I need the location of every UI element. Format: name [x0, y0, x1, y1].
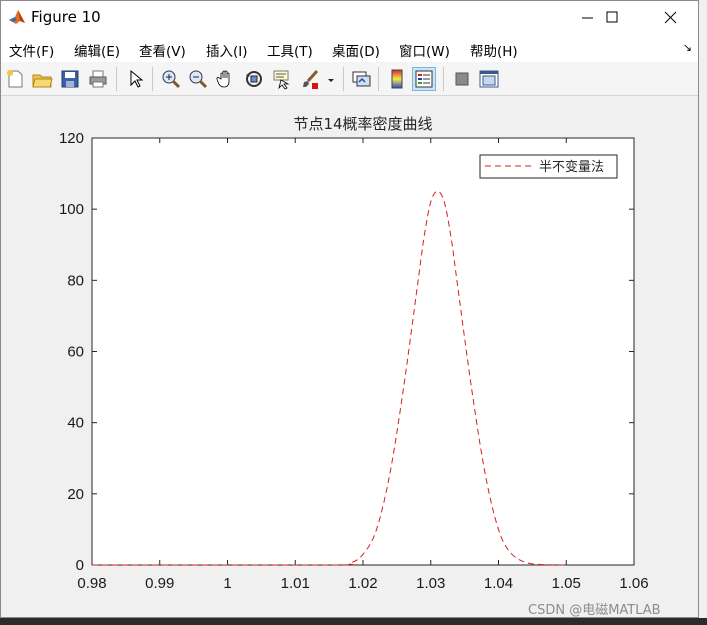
menu-window[interactable]: 窗口(W) — [399, 40, 450, 60]
zoom-in-icon[interactable] — [160, 68, 182, 90]
menu-help[interactable]: 帮助(H) — [470, 40, 518, 60]
menu-view[interactable]: 查看(V) — [139, 40, 186, 60]
axes-background — [91, 137, 635, 566]
menu-desktop[interactable]: 桌面(D) — [332, 40, 380, 60]
brush-dropdown-icon[interactable] — [325, 68, 337, 90]
legend-box[interactable]: 半不变量法 — [479, 154, 618, 179]
y-tick-label: 20 — [67, 486, 84, 503]
plot-svg: 节点14概率密度曲线 0.98 0.99 1 1.01 1.02 1.03 1.04 1.05… — [59, 115, 649, 592]
pan-hand-icon[interactable] — [215, 68, 237, 90]
close-icon — [664, 11, 677, 24]
toolbar-separator — [152, 67, 153, 91]
link-plot-icon[interactable] — [350, 68, 372, 90]
watermark-text: CSDN @电磁MATLAB — [528, 603, 661, 618]
toolbar-separator — [116, 67, 117, 91]
x-tick-label: 1.03 — [416, 575, 445, 592]
dock-arrow-icon[interactable]: ↘ — [683, 41, 692, 54]
y-tick-label: 60 — [67, 344, 84, 361]
new-figure-icon[interactable] — [4, 68, 26, 90]
toolbar-separator — [443, 67, 444, 91]
y-tick-label: 0 — [76, 557, 84, 574]
legend-icon — [415, 70, 433, 88]
window-title: Figure 10 — [31, 8, 101, 26]
maximize-icon — [606, 11, 618, 23]
chart-title: 节点14概率密度曲线 — [293, 115, 432, 133]
colorbar-icon[interactable] — [386, 68, 408, 90]
figure-window: Figure 10 文件(F) 编辑(E) 查看(V) 插入(I) 工具(T) … — [0, 0, 699, 618]
print-icon[interactable] — [87, 68, 109, 90]
matlab-logo-icon — [9, 10, 25, 24]
x-tick-label: 1.06 — [619, 575, 648, 592]
toolbar-separator — [343, 67, 344, 91]
y-tick-label: 80 — [67, 272, 84, 289]
menu-edit[interactable]: 编辑(E) — [74, 40, 120, 60]
title-bar[interactable]: Figure 10 — [1, 1, 698, 34]
y-tick-label: 100 — [59, 201, 84, 218]
menu-tools[interactable]: 工具(T) — [267, 40, 313, 60]
taskbar-edge — [0, 618, 707, 625]
hide-plot-tools-icon[interactable] — [451, 68, 473, 90]
legend-button[interactable] — [412, 67, 436, 91]
y-tick-label: 40 — [67, 415, 84, 432]
x-tick-label: 0.98 — [77, 575, 106, 592]
menu-file[interactable]: 文件(F) — [9, 40, 54, 60]
rotate-3d-icon[interactable] — [243, 68, 265, 90]
x-tick-label: 1 — [223, 575, 231, 592]
save-icon[interactable] — [59, 68, 81, 90]
brush-icon[interactable] — [299, 68, 321, 90]
x-tick-label: 1.01 — [281, 575, 310, 592]
data-cursor-icon[interactable] — [271, 68, 293, 90]
zoom-out-icon[interactable] — [187, 68, 209, 90]
pointer-icon[interactable] — [125, 68, 147, 90]
maximize-button[interactable] — [589, 1, 635, 34]
toolbar-separator — [378, 67, 379, 91]
figure-toolbar — [1, 62, 698, 96]
open-folder-icon[interactable] — [31, 68, 53, 90]
x-tick-label: 1.02 — [348, 575, 377, 592]
show-plot-tools-icon[interactable] — [478, 68, 500, 90]
x-tick-label: 1.05 — [552, 575, 581, 592]
close-button[interactable] — [647, 1, 693, 34]
x-tick-label: 0.99 — [145, 575, 174, 592]
legend-label: 半不变量法 — [539, 159, 604, 175]
menu-insert[interactable]: 插入(I) — [206, 40, 248, 60]
y-tick-label: 120 — [59, 130, 84, 147]
menu-bar: 文件(F) 编辑(E) 查看(V) 插入(I) 工具(T) 桌面(D) 窗口(W… — [1, 34, 698, 62]
x-tick-label: 1.04 — [484, 575, 513, 592]
figure-canvas: 节点14概率密度曲线 0.98 0.99 1 1.01 1.02 1.03 1.04 1.05… — [1, 96, 698, 617]
